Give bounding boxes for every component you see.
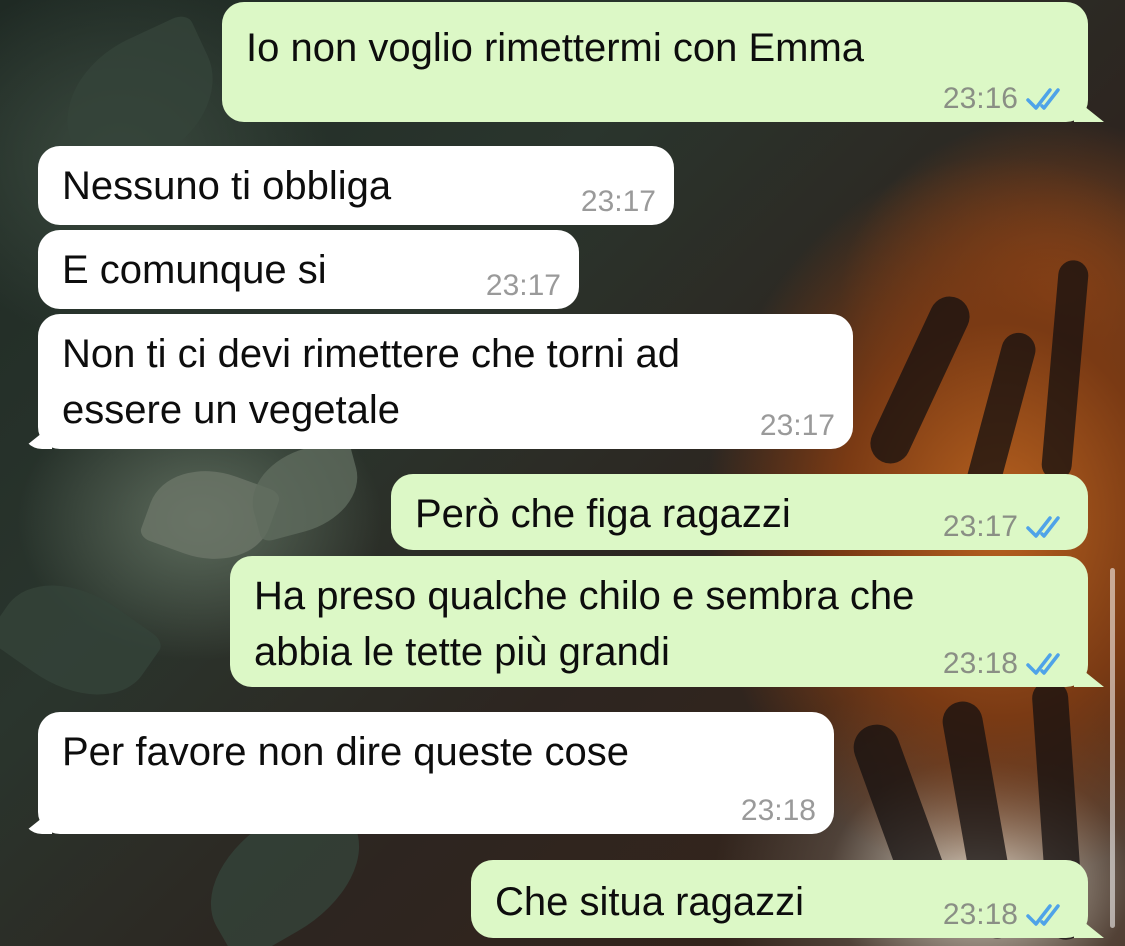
bubble-tail: [1074, 661, 1100, 687]
message-time: 23:17: [942, 510, 1018, 543]
message-time: 23:18: [942, 647, 1018, 680]
message-text: Non ti ci devi rimettere che torni ad es…: [62, 332, 681, 432]
double-check-read-icon: [1026, 904, 1060, 926]
message-meta: 23:18: [943, 647, 1070, 681]
message-meta: 23:16: [943, 82, 1070, 116]
message-bubble-outgoing[interactable]: Ha preso qualche chilo e sembra che abbi…: [230, 556, 1088, 687]
scrollbar[interactable]: [1110, 568, 1115, 928]
message-meta: 23:17: [581, 185, 656, 219]
message-bubble-incoming[interactable]: Non ti ci devi rimettere che torni ad es…: [38, 314, 853, 449]
bubble-tail: [26, 423, 52, 449]
double-check-read-icon: [1026, 653, 1060, 675]
message-time: 23:18: [740, 794, 816, 827]
bubble-tail: [26, 808, 52, 834]
bubble-tail: [1074, 96, 1100, 122]
message-meta: 23:18: [741, 794, 816, 828]
bubble-tail: [1074, 912, 1100, 938]
message-bubble-incoming[interactable]: Per favore non dire queste cose 23:18: [38, 712, 834, 834]
message-time: 23:17: [485, 269, 561, 302]
message-bubble-outgoing[interactable]: Io non voglio rimettermi con Emma 23:16: [222, 2, 1088, 122]
message-bubble-outgoing[interactable]: Che situa ragazzi 23:18: [471, 860, 1088, 938]
message-bubble-incoming[interactable]: E comunque si 23:17: [38, 230, 579, 309]
message-text: Io non voglio rimettermi con Emma: [246, 26, 865, 70]
double-check-read-icon: [1026, 516, 1060, 538]
wallpaper-leaf: [0, 556, 166, 724]
message-text: Nessuno ti obbliga: [62, 164, 392, 208]
message-bubble-incoming[interactable]: Nessuno ti obbliga 23:17: [38, 146, 674, 225]
message-time: 23:17: [759, 409, 835, 442]
message-meta: 23:17: [486, 269, 561, 303]
double-check-read-icon: [1026, 88, 1060, 110]
message-time: 23:17: [580, 185, 656, 218]
message-meta: 23:17: [760, 409, 835, 443]
message-meta: 23:18: [943, 898, 1070, 932]
wallpaper-stripe: [1040, 259, 1090, 481]
wallpaper-leaf: [241, 437, 369, 543]
message-bubble-outgoing[interactable]: Però che figa ragazzi 23:17: [391, 474, 1088, 550]
message-time: 23:18: [942, 898, 1018, 931]
message-time: 23:16: [942, 82, 1018, 115]
message-text: Per favore non dire queste cose: [62, 730, 630, 774]
wallpaper-stripe: [863, 289, 977, 471]
message-meta: 23:17: [943, 510, 1070, 544]
message-text: E comunque si: [62, 248, 327, 292]
